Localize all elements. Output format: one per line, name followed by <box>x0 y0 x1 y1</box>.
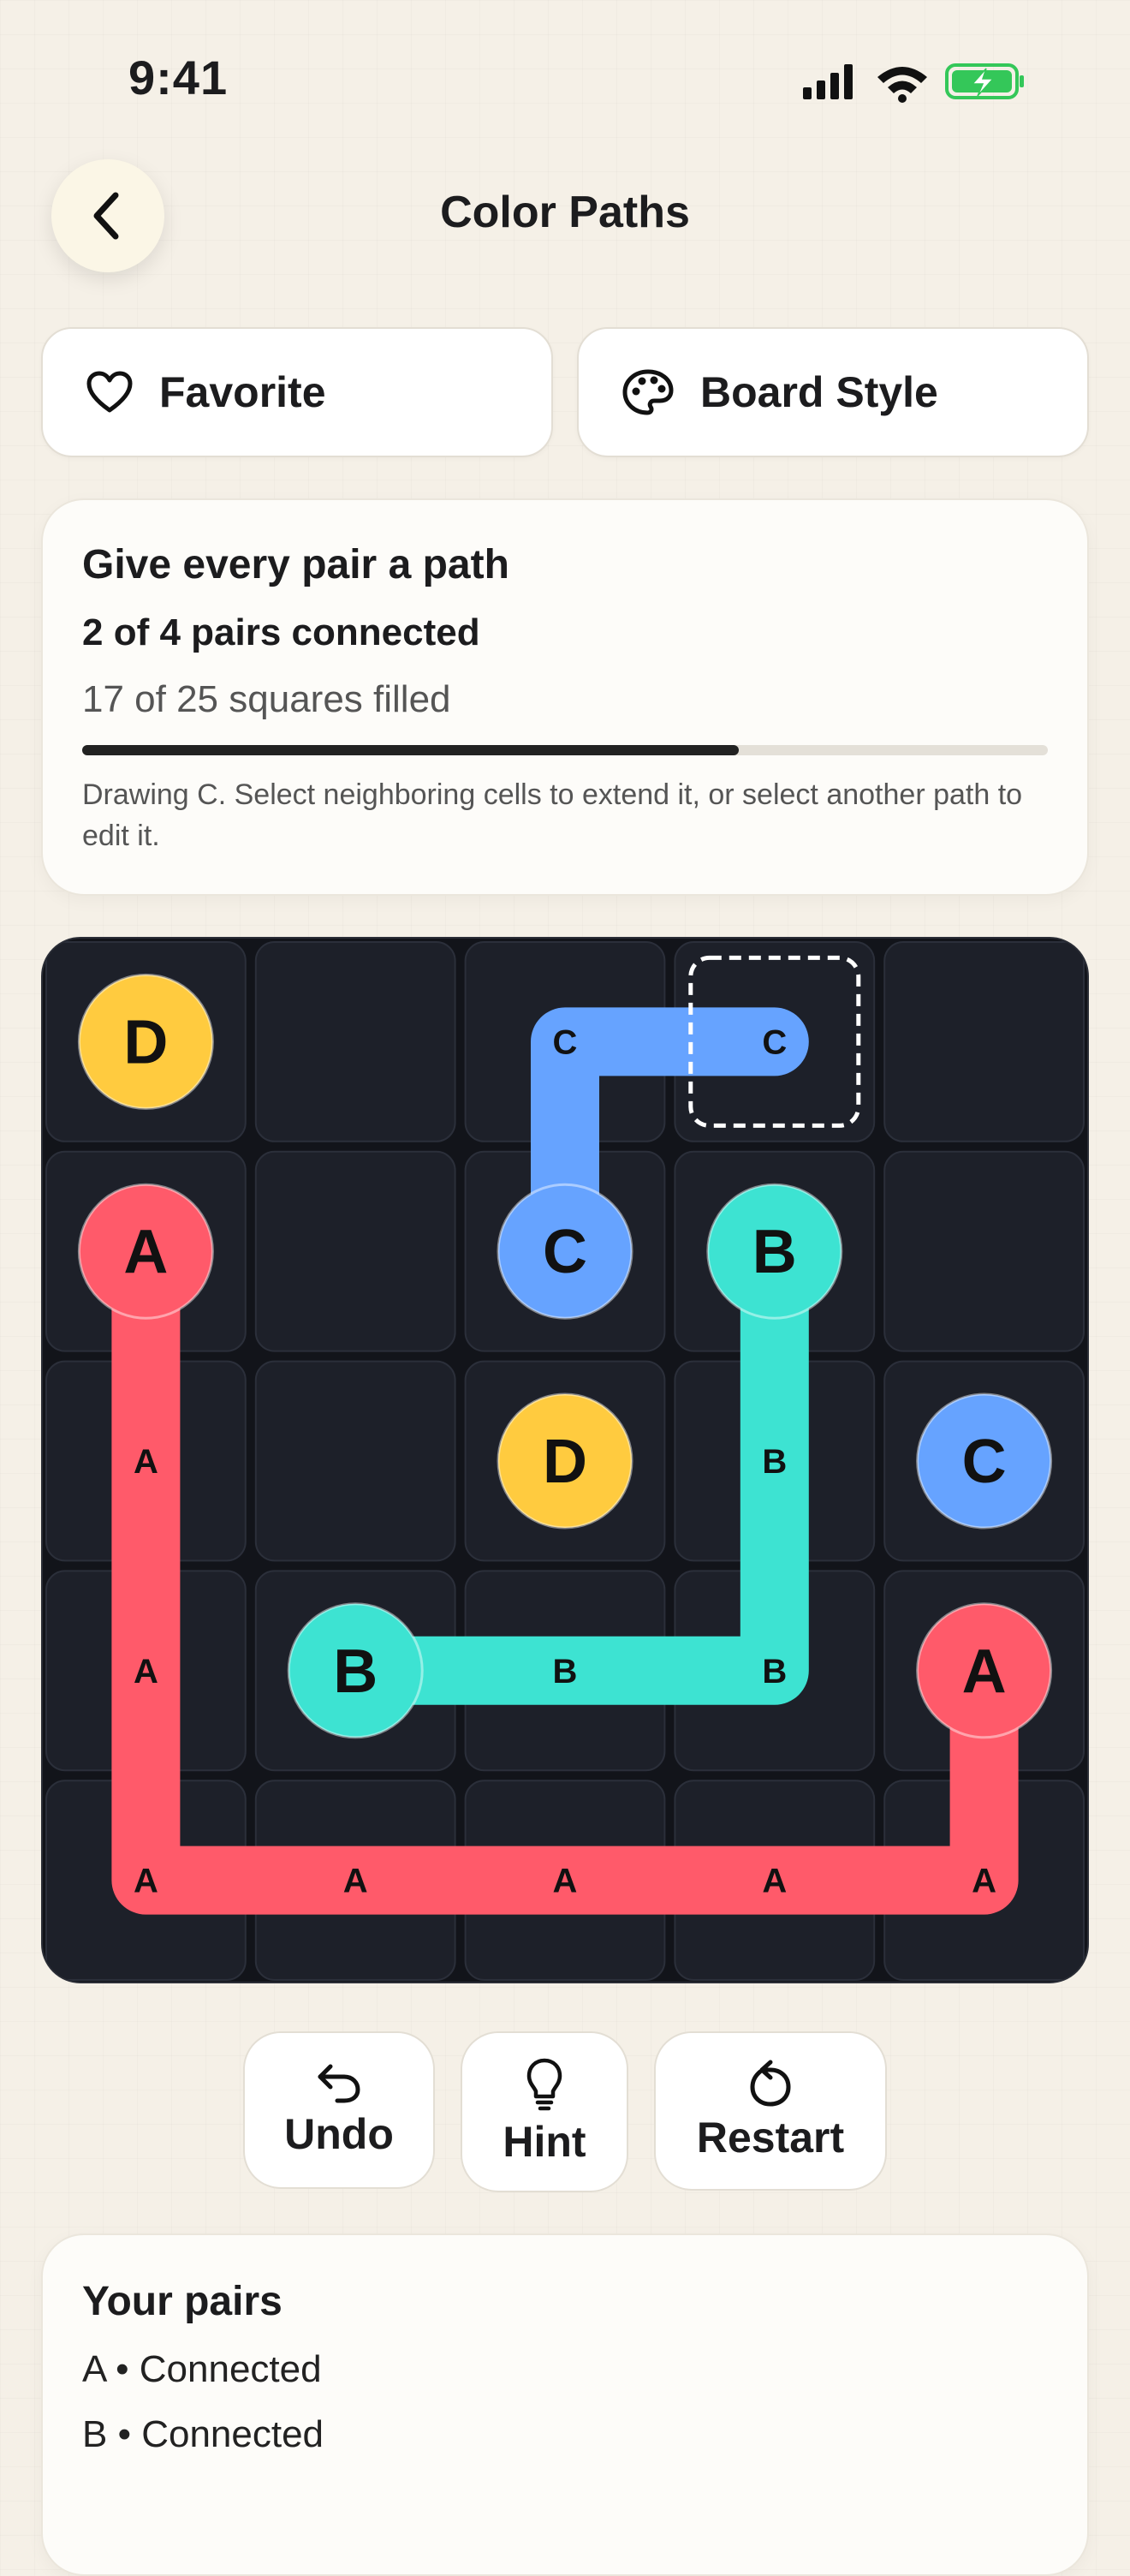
pairs-connected-text: 2 of 4 pairs connected <box>82 611 480 653</box>
chevron-left-icon <box>93 192 119 240</box>
restart-icon <box>750 2060 791 2107</box>
undo-button[interactable]: Undo <box>243 2031 435 2189</box>
progress-bar <box>82 745 1048 755</box>
path-cell-label: A <box>134 1863 158 1900</box>
path-cell-label: B <box>762 1443 787 1481</box>
favorite-label: Favorite <box>159 368 326 416</box>
hint-label: Hint <box>503 2118 586 2166</box>
pair-status-item: B • Connected <box>82 2413 324 2455</box>
cell-2-1[interactable] <box>254 1360 456 1562</box>
restart-button[interactable]: Restart <box>654 2031 887 2191</box>
progress-fill <box>82 745 740 755</box>
endpoint-label: B <box>752 1218 797 1286</box>
path-cell-label: C <box>762 1023 787 1061</box>
pair-status-item: A • Connected <box>82 2348 322 2390</box>
battery-icon <box>945 63 1024 99</box>
endpoint-label: A <box>962 1637 1007 1706</box>
favorite-button[interactable]: Favorite <box>41 327 553 457</box>
cell-1-1[interactable] <box>254 1150 456 1352</box>
endpoint-label: A <box>123 1218 168 1286</box>
undo-label: Undo <box>284 2110 394 2158</box>
wifi-icon <box>877 67 927 103</box>
endpoint-label: D <box>543 1428 587 1496</box>
path-cell-label: C <box>553 1023 578 1061</box>
path-cell-label: A <box>134 1443 158 1481</box>
path-cell-label: A <box>553 1863 578 1900</box>
path-cell-label: B <box>553 1653 578 1690</box>
restart-label: Restart <box>696 2114 845 2162</box>
path-cell-label: A <box>343 1863 368 1900</box>
board-style-label: Board Style <box>700 368 938 416</box>
endpoint-label: C <box>543 1218 587 1286</box>
palette-icon <box>622 369 674 415</box>
cell-0-1[interactable] <box>254 941 456 1142</box>
endpoint-label: D <box>123 1008 168 1076</box>
path-cell-label: A <box>972 1863 996 1900</box>
game-board[interactable]: A A A A A A A B B B C C D A C B D C B A <box>41 937 1089 1983</box>
page-title: Color Paths <box>440 188 690 237</box>
status-icons <box>796 60 1027 103</box>
path-cell-label: B <box>762 1653 787 1690</box>
heart-icon <box>86 371 133 413</box>
cell-1-4[interactable] <box>883 1150 1085 1352</box>
status-time: 9:41 <box>128 51 229 104</box>
endpoint-label: B <box>333 1637 378 1706</box>
board-style-button[interactable]: Board Style <box>577 327 1089 457</box>
undo-icon <box>318 2064 360 2103</box>
status-heading: Give every pair a path <box>82 542 509 587</box>
path-cell-label: A <box>762 1863 787 1900</box>
instruction-text: Drawing C. Select neighboring cells to e… <box>82 778 1023 852</box>
back-button[interactable] <box>51 159 164 272</box>
lightbulb-icon <box>526 2058 562 2111</box>
hint-button[interactable]: Hint <box>461 2031 628 2192</box>
path-cell-label: A <box>134 1653 158 1690</box>
pairs-heading: Your pairs <box>82 2279 282 2324</box>
squares-filled-text: 17 of 25 squares filled <box>82 678 451 720</box>
endpoint-label: C <box>962 1428 1007 1496</box>
signal-icon <box>803 64 853 99</box>
cell-0-4[interactable] <box>883 941 1085 1142</box>
